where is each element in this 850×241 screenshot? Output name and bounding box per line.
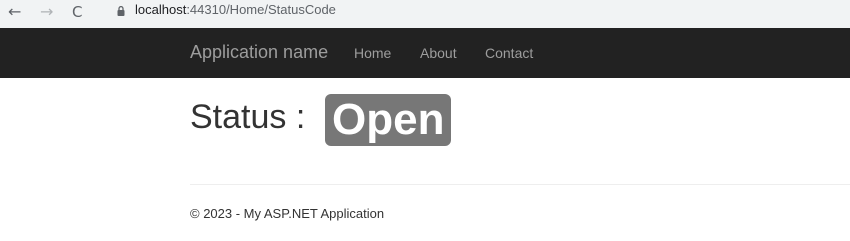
brand-link[interactable]: Application name [190, 42, 328, 62]
footer-copyright: © 2023 - My ASP.NET Application [190, 206, 385, 221]
status-heading: Status : [190, 98, 306, 136]
forward-arrow-icon[interactable]: → [40, 2, 53, 22]
address-host: localhost [135, 2, 187, 17]
nav-link-home[interactable]: Home [354, 44, 391, 62]
browser-toolbar: ← → C localhost:44310/Home/StatusCode [0, 0, 850, 28]
reload-icon[interactable]: C [72, 2, 82, 22]
site-navbar: Application name Home About Contact [0, 28, 850, 78]
status-badge: Open [325, 94, 452, 146]
nav-link-about[interactable]: About [420, 44, 457, 62]
back-arrow-icon[interactable]: ← [8, 2, 21, 22]
footer-divider [190, 184, 850, 185]
lock-icon[interactable] [117, 6, 125, 16]
nav-link-contact[interactable]: Contact [485, 44, 533, 62]
address-path: :44310/Home/StatusCode [186, 2, 336, 17]
address-url[interactable]: localhost:44310/Home/StatusCode [135, 2, 336, 18]
